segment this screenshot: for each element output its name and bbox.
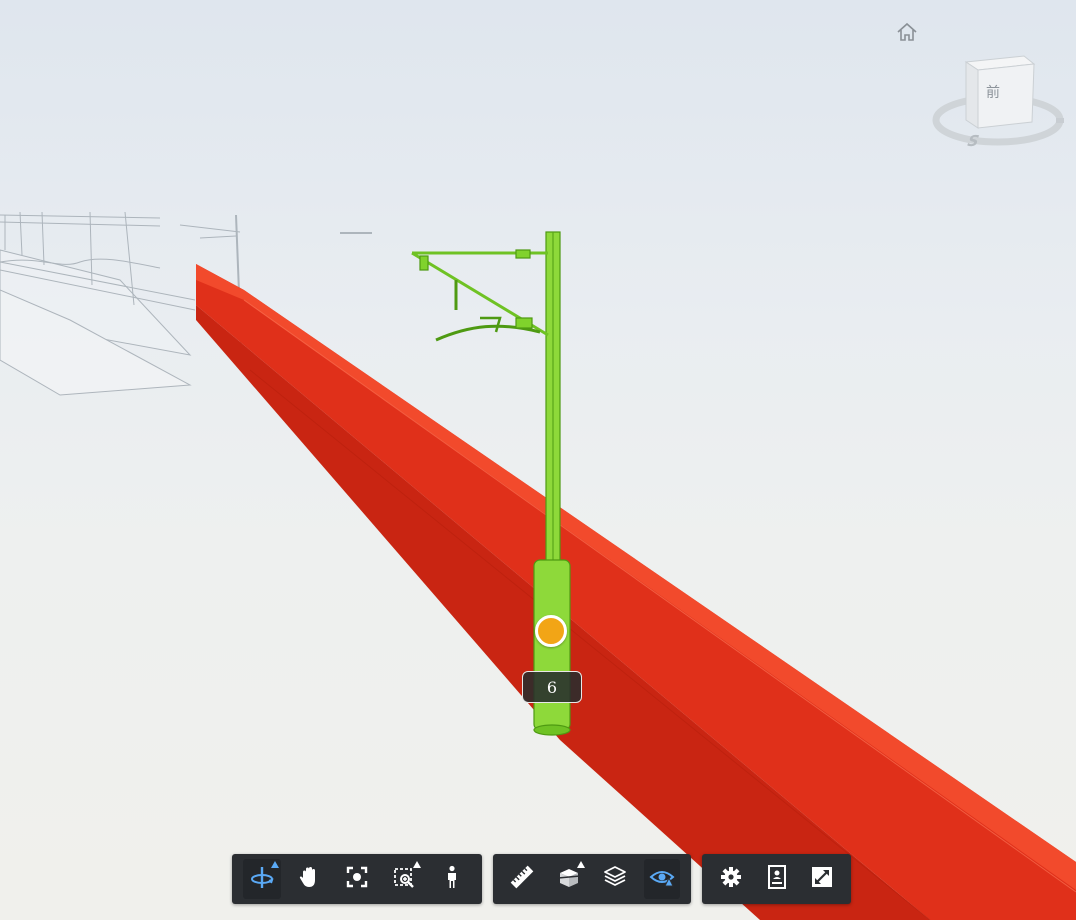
model-scene[interactable]: [0, 0, 1076, 920]
marker-number-label: 6: [522, 671, 582, 703]
pan-button[interactable]: [291, 859, 329, 899]
fullscreen-icon: [809, 864, 835, 894]
flyout-indicator: [577, 861, 585, 868]
view-cube[interactable]: [930, 50, 1070, 160]
layers-icon: [602, 864, 628, 894]
properties-icon: [764, 864, 790, 894]
measure-button[interactable]: [504, 859, 541, 899]
home-view-icon[interactable]: [895, 20, 919, 44]
flyout-indicator: [270, 861, 279, 868]
3d-viewport[interactable]: 前 S 6: [0, 0, 1076, 920]
first-person-icon: [439, 864, 465, 894]
section-box-icon: [556, 864, 582, 894]
analysis-tool-group: [493, 854, 691, 904]
navigation-tool-group: [232, 854, 482, 904]
settings-button[interactable]: [713, 859, 749, 899]
fullscreen-button[interactable]: [804, 859, 840, 899]
zoom-extents-button[interactable]: [338, 859, 376, 899]
flyout-indicator: [413, 861, 422, 868]
layers-button[interactable]: [597, 859, 634, 899]
explode-eye-icon: [649, 864, 675, 894]
section-box-button[interactable]: [551, 859, 588, 899]
zoom-extents-icon: [344, 864, 370, 894]
orbit-icon: [249, 864, 275, 894]
red-highlighted-element[interactable]: [196, 264, 1076, 920]
bottom-toolbar: [0, 854, 1076, 906]
first-person-button[interactable]: [433, 859, 471, 899]
properties-button[interactable]: [759, 859, 795, 899]
zoom-window-button[interactable]: [386, 859, 424, 899]
zoom-window-icon: [392, 864, 418, 894]
measure-ruler-icon: [509, 864, 535, 894]
explode-visibility-button[interactable]: [643, 859, 680, 899]
gear-icon: [718, 864, 744, 894]
settings-tool-group: [702, 854, 851, 904]
orbit-button[interactable]: [243, 859, 281, 899]
view-cube-face-label[interactable]: 前: [984, 82, 1002, 102]
pan-hand-icon: [296, 864, 322, 894]
selection-marker[interactable]: [535, 615, 567, 647]
